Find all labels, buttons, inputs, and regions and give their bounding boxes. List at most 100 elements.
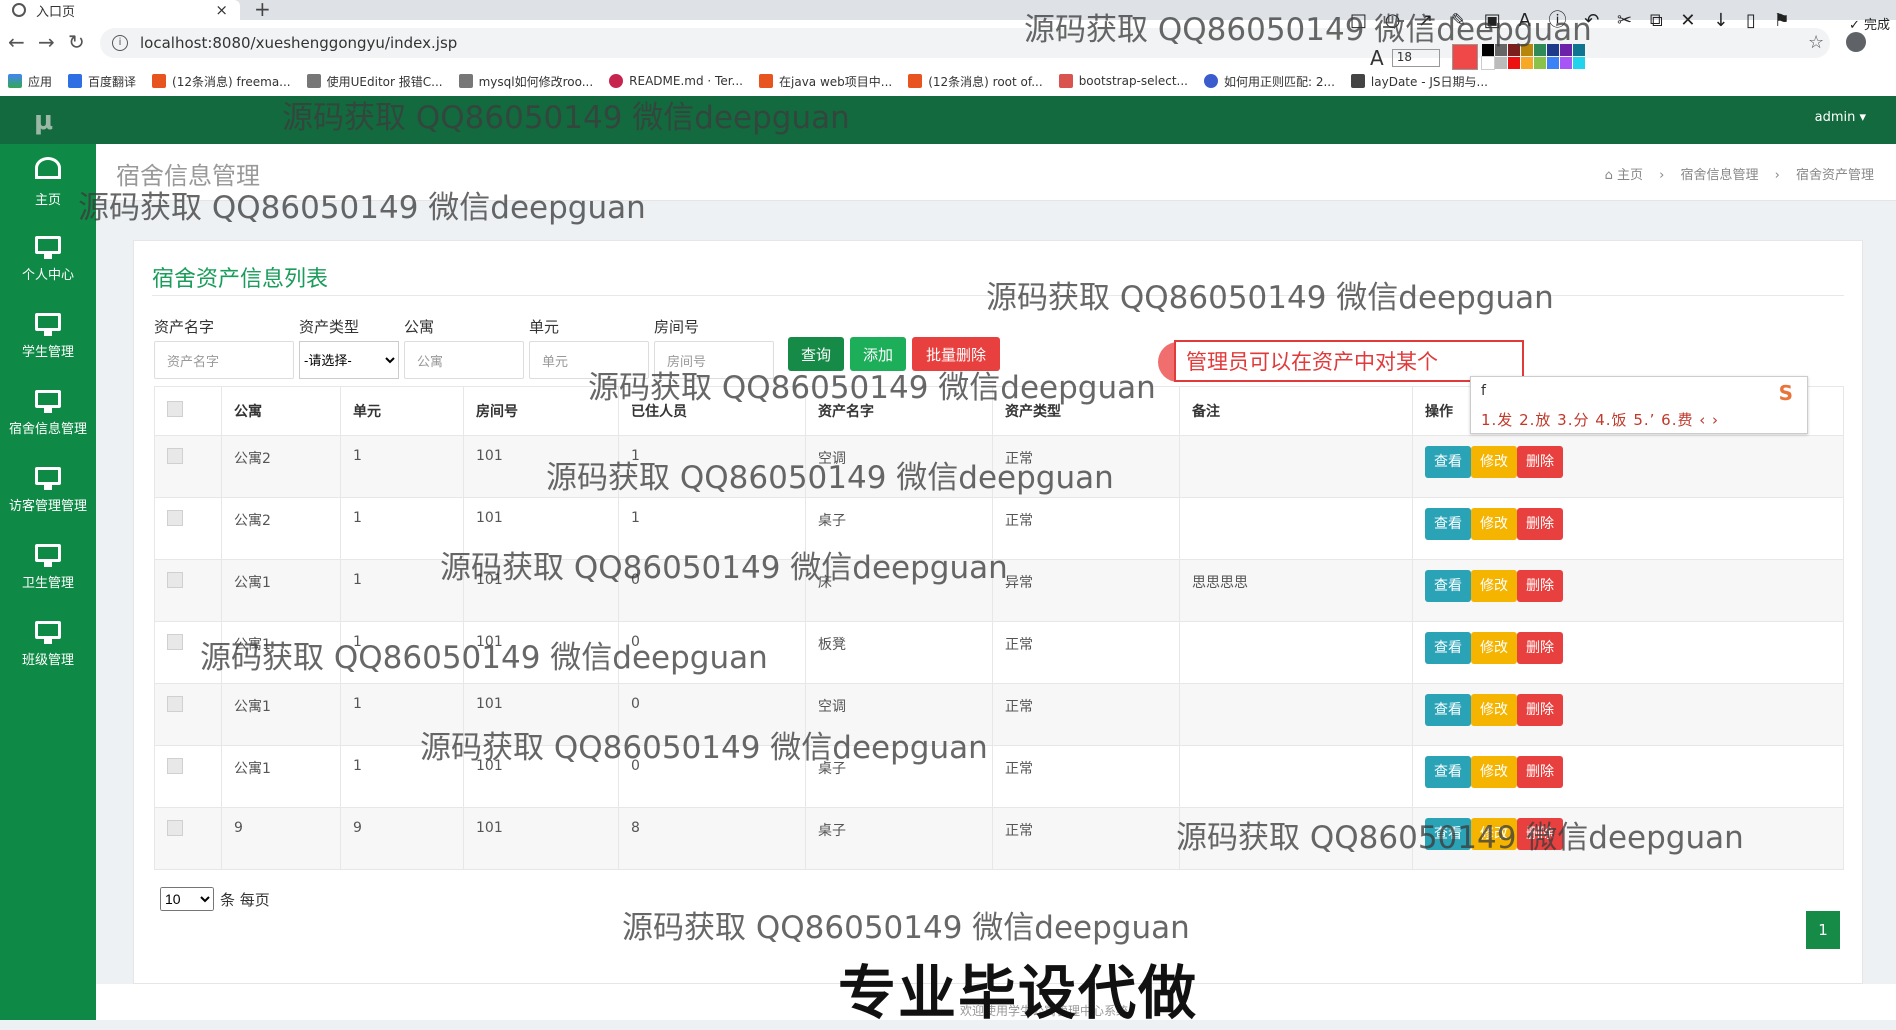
annotation-done-button[interactable]: ✓ 完成 [1849, 14, 1890, 33]
table-cell: 101 [463, 435, 619, 498]
table-cell: 公寓2 [221, 497, 341, 560]
row-checkbox[interactable] [167, 448, 183, 464]
row-select-cell[interactable] [154, 683, 222, 746]
bookmark-item[interactable]: (12条消息) root of... [908, 73, 1043, 90]
promo-banner: 专业毕设代做 [838, 959, 1199, 1027]
view-button[interactable]: 查看 [1425, 508, 1471, 540]
edit-button[interactable]: 修改 [1471, 570, 1517, 602]
select-all-checkbox[interactable] [167, 401, 183, 417]
bookmark-apps[interactable]: 应用 [8, 73, 52, 90]
bookmark-item[interactable]: 在java web项目中... [759, 73, 892, 90]
row-select-cell[interactable] [154, 435, 222, 498]
browser-tab[interactable]: 入口页 × [0, 0, 240, 20]
col-header: 公寓 [221, 386, 341, 436]
edit-button[interactable]: 修改 [1471, 632, 1517, 664]
close-tab-icon[interactable]: × [215, 1, 228, 19]
delete-button[interactable]: 删除 [1517, 818, 1563, 850]
forward-icon[interactable]: → [38, 30, 55, 54]
apartment-input[interactable]: 公寓 [404, 341, 524, 379]
view-button[interactable]: 查看 [1425, 570, 1471, 602]
row-select-cell[interactable] [154, 745, 222, 808]
current-color-swatch[interactable] [1452, 44, 1478, 70]
row-checkbox[interactable] [167, 572, 183, 588]
table-cell: 0 [618, 745, 806, 808]
edit-button[interactable]: 修改 [1471, 818, 1517, 850]
bookmark-item[interactable]: 使用UEditor 报错C... [306, 73, 443, 90]
filter-apartment: 公寓 公寓 [404, 316, 524, 379]
view-button[interactable]: 查看 [1425, 632, 1471, 664]
table-cell: 板凳 [805, 621, 993, 684]
select-all-header[interactable] [154, 386, 222, 436]
info-icon[interactable]: i [112, 35, 128, 51]
view-button[interactable]: 查看 [1425, 446, 1471, 478]
back-icon[interactable]: ← [8, 30, 25, 54]
bookmark-item[interactable]: 如何用正则匹配: 2... [1203, 73, 1335, 90]
unit-input[interactable]: 单元 [529, 341, 649, 379]
page-size-select[interactable]: 10 [160, 887, 214, 911]
delete-button[interactable]: 删除 [1517, 508, 1563, 540]
row-select-cell[interactable] [154, 497, 222, 560]
row-checkbox[interactable] [167, 696, 183, 712]
color-palette[interactable] [1481, 44, 1585, 70]
batch-delete-button[interactable]: 批量删除 [912, 337, 1000, 371]
font-size-control[interactable]: A 18 [1370, 46, 1440, 70]
edit-button[interactable]: 修改 [1471, 756, 1517, 788]
query-button[interactable]: 查询 [788, 337, 844, 371]
delete-button[interactable]: 删除 [1517, 570, 1563, 602]
font-size-select[interactable]: 18 [1391, 49, 1440, 67]
row-checkbox[interactable] [167, 820, 183, 836]
row-select-cell[interactable] [154, 807, 222, 870]
sidebar-item-dorm[interactable]: 宿舍信息管理 [0, 375, 96, 452]
delete-button[interactable]: 删除 [1517, 446, 1563, 478]
new-tab-button[interactable]: + [254, 0, 271, 21]
add-button[interactable]: 添加 [850, 337, 906, 371]
table-cell: 101 [463, 559, 619, 622]
sidebar-item-profile[interactable]: 个人中心 [0, 221, 96, 298]
sidebar-item-classes[interactable]: 班级管理 [0, 606, 96, 683]
edit-button[interactable]: 修改 [1471, 694, 1517, 726]
row-checkbox[interactable] [167, 510, 183, 526]
edit-button[interactable]: 修改 [1471, 446, 1517, 478]
page-1-button[interactable]: 1 [1806, 911, 1840, 949]
ime-candidates[interactable]: 1.发 2.放 3.分 4.饭 5.’ 6.费 ‹ › [1481, 409, 1719, 430]
url-text: localhost:8080/xueshenggongyu/index.jsp [140, 34, 458, 52]
row-checkbox[interactable] [167, 758, 183, 774]
view-button[interactable]: 查看 [1425, 756, 1471, 788]
user-menu[interactable]: admin ▾ [1815, 110, 1866, 125]
reload-icon[interactable]: ↻ [68, 30, 85, 54]
row-select-cell[interactable] [154, 621, 222, 684]
globe-icon [12, 3, 26, 17]
sidebar-item-home[interactable]: 主页 [0, 144, 96, 221]
table-cell: 9 [340, 807, 464, 870]
delete-button[interactable]: 删除 [1517, 756, 1563, 788]
room-input[interactable]: 房间号 [654, 341, 774, 379]
bookmark-item[interactable]: bootstrap-select... [1058, 74, 1188, 88]
sidebar: 主页 个人中心 学生管理 宿舍信息管理 访客管理管理 卫生管理 班级管理 [0, 144, 96, 1020]
page-icon [1350, 74, 1365, 88]
col-header: 房间号 [463, 386, 619, 436]
bookmark-item[interactable]: README.md · Ter... [609, 74, 743, 88]
row-checkbox[interactable] [167, 634, 183, 650]
actions-cell: 查看 修改 删除 [1412, 745, 1844, 808]
bookmark-item[interactable]: (12条消息) freema... [152, 73, 291, 90]
table-cell: 1 [340, 435, 464, 498]
sidebar-item-students[interactable]: 学生管理 [0, 298, 96, 375]
bookmark-item[interactable]: 百度翻译 [68, 73, 136, 90]
delete-button[interactable]: 删除 [1517, 694, 1563, 726]
bookmark-item[interactable]: mysql如何修改roo... [458, 73, 593, 90]
view-button[interactable]: 查看 [1425, 694, 1471, 726]
row-select-cell[interactable] [154, 559, 222, 622]
table-row: 公寓1 1 101 0 板凳 正常 查看 修改 删除 [154, 621, 1844, 684]
sidebar-item-hygiene[interactable]: 卫生管理 [0, 529, 96, 606]
annotation-tool-icons[interactable]: □ ○ ↗ ✎ ▣ A ⓘ ↶ ✂ ⧉ ✕ ↓ ▯ ⚑ [1350, 6, 1796, 32]
breadcrumb-dorm[interactable]: 宿舍信息管理 [1680, 168, 1758, 183]
sidebar-item-visitors[interactable]: 访客管理管理 [0, 452, 96, 529]
monitor-icon [35, 390, 61, 413]
asset-name-input[interactable]: 资产名字 [154, 341, 294, 379]
delete-button[interactable]: 删除 [1517, 632, 1563, 664]
breadcrumb-home[interactable]: 主页 [1617, 168, 1643, 183]
table-cell: 空调 [805, 435, 993, 498]
view-button[interactable]: 查看 [1425, 818, 1471, 850]
edit-button[interactable]: 修改 [1471, 508, 1517, 540]
asset-type-select[interactable]: -请选择- [299, 341, 399, 379]
